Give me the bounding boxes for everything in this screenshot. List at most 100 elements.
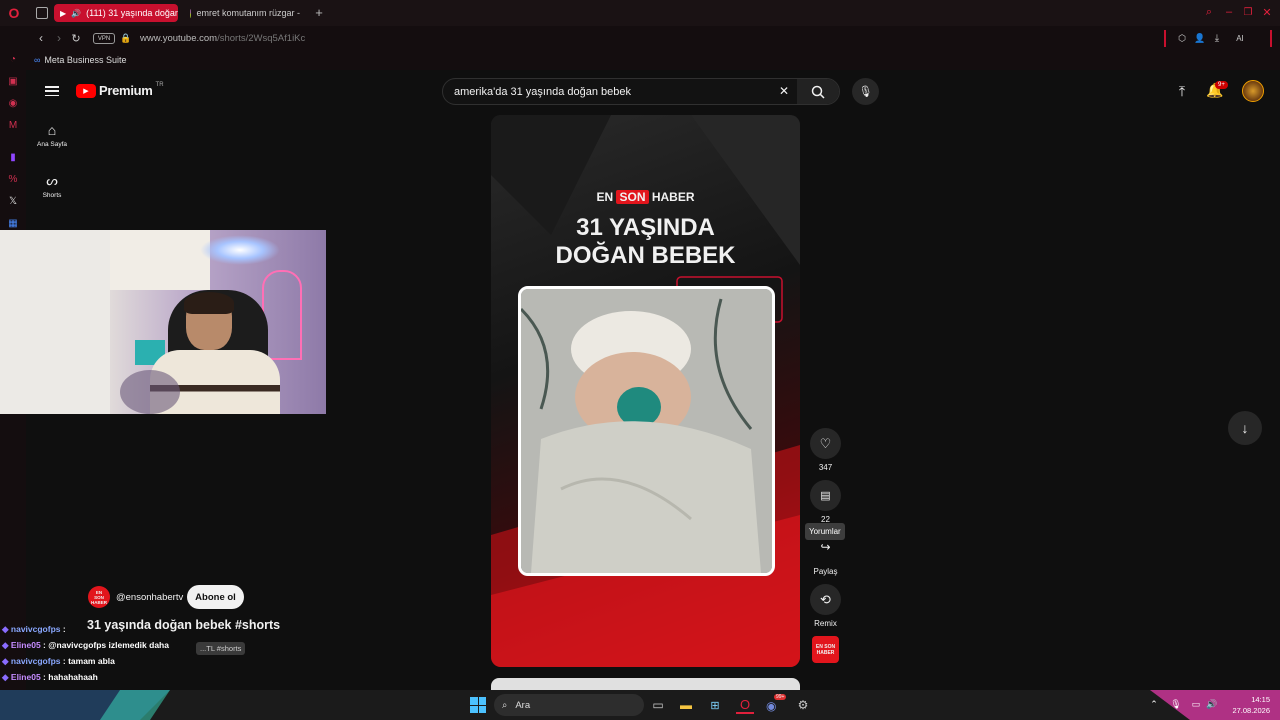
x-twitter-icon[interactable]: 𝕏 <box>6 194 20 208</box>
chat-message: ◆ navivcgofps : tamam abla <box>2 656 115 667</box>
baby-illustration <box>521 289 772 573</box>
nav-shorts[interactable]: ᔕ Shorts <box>28 173 76 199</box>
tray-expand-icon[interactable]: ⌃ <box>1148 698 1160 710</box>
chat-message: ◆ Eline05 : @navivcgofps izlemedik daha <box>2 640 169 651</box>
clock-date: 27.08.2026 <box>1232 706 1270 715</box>
forward-button[interactable]: › <box>52 31 66 45</box>
tab-google-search[interactable]: emret komutanım rüzgar - <box>184 4 306 22</box>
lock-icon[interactable]: 🔒 <box>120 32 131 44</box>
notification-badge: 9+ <box>1215 81 1228 89</box>
brand-haber: HABER <box>651 190 695 204</box>
like-button[interactable]: ♡ <box>810 428 841 459</box>
close-window-button[interactable]: ✕ <box>1261 6 1273 19</box>
channel-avatar[interactable]: EN SON HABER <box>88 586 110 608</box>
bookmark-meta[interactable]: ∞ Meta Business Suite <box>34 55 126 65</box>
search-tabs-icon[interactable]: ⌕ <box>1203 6 1215 18</box>
chat-text: @navivcgofps izlemedik daha <box>48 640 169 650</box>
voice-search-button[interactable]: 🎙 <box>852 78 879 105</box>
brand-en: EN <box>596 190 614 204</box>
youtube-favicon-icon: ▶ <box>60 8 67 18</box>
microphone-tray-icon[interactable]: 🎙 <box>1170 698 1182 710</box>
new-tab-button[interactable]: + <box>312 5 326 20</box>
twitch-icon[interactable]: ▮ <box>6 150 20 164</box>
tab-youtube-short[interactable]: ▶ 🔊 (111) 31 yaşında doğan b <box>54 4 178 22</box>
next-short-button[interactable]: ↓ <box>1228 411 1262 445</box>
chat-username: Eline05 <box>10 672 41 682</box>
chat-badge-icon: ◆ <box>2 640 11 650</box>
microsoft-store-icon[interactable]: ⊞ <box>707 697 723 713</box>
channel-name[interactable]: @ensonhabertv <box>116 592 183 603</box>
messenger-icon[interactable]: ◉ <box>6 96 20 110</box>
rug <box>120 370 180 414</box>
chat-username: navivcgofps <box>10 624 61 634</box>
google-favicon-icon <box>190 8 192 18</box>
tab-workspaces-icon[interactable] <box>36 7 48 19</box>
webcam-overlay <box>0 230 326 414</box>
task-view-icon[interactable]: ▭ <box>650 697 666 713</box>
audio-track-label[interactable]: ...TL #shorts <box>196 642 246 655</box>
url-host: www.youtube.com <box>140 33 218 44</box>
translate-icon[interactable]: ▦ <box>6 216 20 230</box>
windows-start-icon[interactable] <box>470 697 486 713</box>
vpn-badge[interactable]: VPN <box>93 33 115 44</box>
notifications-button[interactable]: 🔔 9+ <box>1206 81 1228 100</box>
volume-icon[interactable]: 🔊 <box>1206 698 1218 710</box>
next-short-preview[interactable] <box>491 678 800 690</box>
aria-icon[interactable]: ◔ <box>6 52 20 66</box>
chat-separator: : <box>60 624 66 634</box>
search-button[interactable] <box>797 79 839 104</box>
percent-icon[interactable]: % <box>6 172 20 186</box>
chat-badge-icon: ◆ <box>2 656 11 666</box>
audio-source-thumbnail[interactable]: EN SON HABER <box>812 636 839 663</box>
neon-light <box>200 235 280 265</box>
discord-taskbar-icon[interactable]: ◉ 99+ <box>766 694 787 713</box>
search-icon <box>811 85 825 99</box>
upload-icon[interactable]: ⤒ <box>1174 83 1190 99</box>
share-button[interactable]: ↪ <box>810 534 841 560</box>
arrow-down-icon: ↓ <box>1241 420 1249 436</box>
back-button[interactable]: ‹ <box>34 31 48 45</box>
windows-taskbar: ⌕ Ara ▭ ▬ ⊞ O ◉ 99+ ⚙ ⌃ 🎙 ▭ 🔊 14:15 27.0… <box>0 690 1280 720</box>
search-icon: ⌕ <box>502 699 508 711</box>
chat-text: tamam abla <box>68 656 115 666</box>
search-input[interactable] <box>443 85 773 98</box>
short-title[interactable]: 31 yaşında doğan bebek #shorts <box>87 618 280 632</box>
profile-icon[interactable]: 👤 <box>1194 32 1206 44</box>
ai-button[interactable]: AI <box>1228 32 1252 44</box>
wall <box>110 230 210 290</box>
file-explorer-icon[interactable]: ▬ <box>678 697 694 713</box>
nav-home-label: Ana Sayfa <box>37 141 67 148</box>
nav-home[interactable]: ⌂ Ana Sayfa <box>28 122 76 148</box>
gmail-icon[interactable]: M <box>6 118 20 132</box>
chat-message: ◆ Eline05 : hahahahaah <box>2 672 98 683</box>
youtube-premium-logo[interactable]: ▶ Premium TR <box>76 82 164 98</box>
url-field[interactable]: www.youtube.com/shorts/2Wsq5Af1iKc <box>140 33 305 44</box>
taskbar-search[interactable]: ⌕ Ara <box>494 694 644 716</box>
bookmark-label: Meta Business Suite <box>44 55 127 65</box>
download-icon[interactable]: ⤓ <box>1211 32 1223 44</box>
opera-taskbar-icon[interactable]: O <box>736 696 754 714</box>
opera-logo-icon[interactable]: O <box>6 5 22 21</box>
remix-button[interactable]: ⟲ <box>810 584 841 615</box>
pink-shelf <box>262 270 302 360</box>
ai-label: AI <box>1236 33 1244 43</box>
shopping-icon[interactable]: ▣ <box>6 74 20 88</box>
subscribe-button[interactable]: Abone ol <box>187 585 244 609</box>
hamburger-menu-icon[interactable] <box>45 84 59 98</box>
clear-search-icon[interactable]: ✕ <box>777 84 791 98</box>
discord-icon: ◉ <box>766 699 777 713</box>
meta-icon: ∞ <box>34 55 41 65</box>
network-icon[interactable]: ▭ <box>1190 698 1202 710</box>
share-icon: ↪ <box>820 540 831 554</box>
reload-button[interactable]: ↻ <box>69 31 83 45</box>
comments-button[interactable]: ▤ <box>810 480 841 511</box>
clock[interactable]: 14:15 27.08.2026 <box>1226 694 1270 716</box>
minimize-button[interactable]: – <box>1223 6 1235 18</box>
discord-badge: 99+ <box>774 694 787 700</box>
extensions-icon[interactable]: ⬡ <box>1176 32 1188 44</box>
steam-icon[interactable]: ⚙ <box>795 697 811 713</box>
maximize-button[interactable]: ❐ <box>1242 6 1254 18</box>
account-avatar[interactable] <box>1242 80 1264 102</box>
url-path: /shorts/2Wsq5Af1iKc <box>217 33 306 44</box>
short-headline: 31 YAŞINDA DOĞAN BEBEK <box>491 214 800 270</box>
